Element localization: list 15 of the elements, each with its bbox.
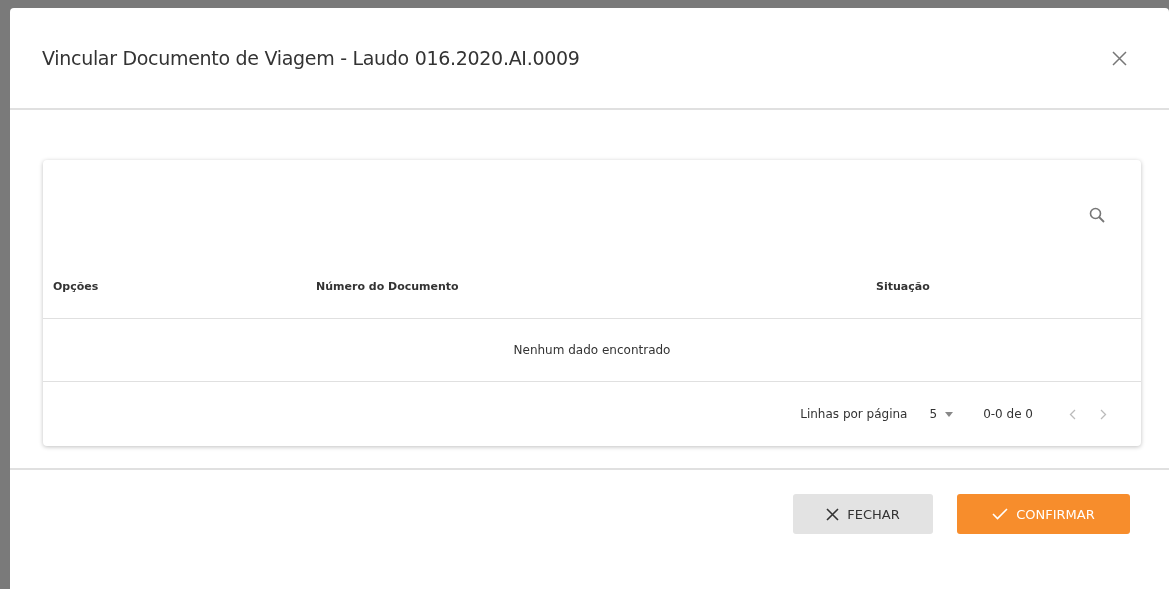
close-icon <box>826 507 840 521</box>
column-header: Opções <box>53 279 100 293</box>
column-header: Número do Documento <box>316 279 460 293</box>
chevron-left-icon <box>1069 408 1076 420</box>
caret-icon <box>945 411 954 417</box>
dialog-title: Vincular Documento de Viagem - Laudo 016.2020.AI.0009 <box>42 47 580 69</box>
column-header: Situação <box>876 279 931 293</box>
check-icon <box>992 508 1009 520</box>
close-button[interactable]: FECHAR <box>793 494 933 534</box>
rows-per-page-label: Linhas por página <box>800 407 908 421</box>
page-range: 0-0 de 0 <box>983 407 1033 421</box>
search-button[interactable] <box>1089 207 1105 223</box>
rows-per-page-select[interactable]: 5 <box>929 407 954 421</box>
empty-message: Nenhum dado encontrado <box>513 343 671 357</box>
chevron-right-icon <box>1100 408 1107 420</box>
